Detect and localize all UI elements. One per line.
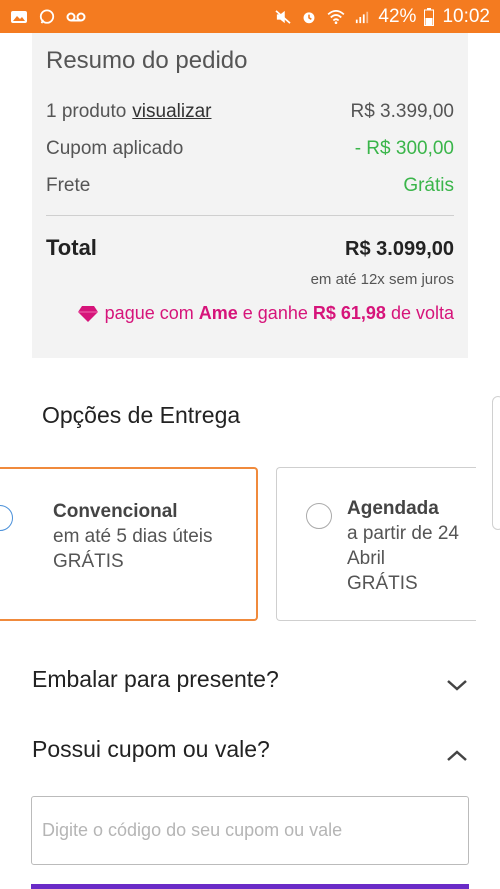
coupon-row: Cupom aplicado - R$ 300,00	[46, 138, 454, 160]
scheduled-text: Agendada a partir de 24 Abril GRÁTIS	[347, 496, 459, 596]
scheduled-date-line1: a partir de 24	[347, 523, 459, 544]
products-label: 1 produto visualizar	[46, 101, 212, 123]
signal-icon	[356, 11, 369, 23]
ame-text: pague com Ame e ganhe R$ 61,98 de volta	[104, 303, 454, 323]
ame-heart-icon	[77, 305, 98, 322]
conventional-text: Convencional em até 5 dias úteis GRÁTIS	[53, 499, 212, 574]
apply-coupon-button-edge[interactable]	[31, 884, 469, 889]
view-products-link[interactable]: visualizar	[132, 101, 211, 122]
conventional-time: em até 5 dias úteis	[53, 526, 213, 547]
side-panel-handle[interactable]	[492, 396, 500, 530]
whatsapp-icon	[39, 8, 55, 24]
conventional-price: GRÁTIS	[53, 551, 124, 572]
total-label: Total	[46, 235, 97, 260]
system-icons: 42% 10:02	[274, 6, 490, 28]
clock: 10:02	[442, 5, 490, 27]
status-bar: 42% 10:02	[0, 0, 500, 33]
wifi-icon	[327, 9, 345, 24]
gallery-icon	[11, 10, 27, 23]
order-summary-card: Resumo do pedido 1 produto visualizar R$ …	[32, 33, 468, 358]
voicemail-icon	[66, 12, 86, 21]
chevron-down-icon[interactable]	[446, 678, 468, 692]
delivery-option-conventional[interactable]: Convencional em até 5 dias úteis GRÁTIS	[0, 467, 258, 621]
delivery-option-scheduled[interactable]: Agendada a partir de 24 Abril GRÁTIS	[276, 467, 476, 621]
coupon-applied-label: Cupom aplicado	[46, 138, 184, 159]
products-price: R$ 3.399,00	[350, 101, 454, 122]
total-value: R$ 3.099,00	[345, 238, 454, 260]
coupon-accordion-label: Possui cupom ou vale?	[32, 736, 270, 762]
coupon-discount: - R$ 300,00	[354, 138, 454, 159]
product-count: 1 produto	[46, 101, 127, 122]
battery-icon	[424, 7, 435, 26]
coupon-input-wrapper	[31, 796, 469, 865]
gift-wrap-accordion[interactable]: Embalar para presente?	[32, 666, 468, 693]
shipping-label: Frete	[46, 175, 91, 196]
products-row: 1 produto visualizar R$ 3.399,00	[46, 101, 454, 123]
coupon-input[interactable]	[32, 797, 468, 864]
gift-wrap-label: Embalar para presente?	[32, 666, 279, 692]
chevron-up-icon[interactable]	[446, 749, 468, 763]
notification-icons	[10, 8, 86, 25]
order-summary-title: Resumo do pedido	[46, 47, 248, 74]
scheduled-price: GRÁTIS	[347, 573, 418, 594]
radio-conventional[interactable]	[0, 505, 13, 531]
shipping-row: Frete Grátis	[46, 175, 454, 197]
battery-percent: 42%	[378, 5, 417, 27]
ame-cashback-promo: pague com Ame e ganhe R$ 61,98 de volta	[77, 303, 454, 324]
delivery-options-title: Opções de Entrega	[42, 402, 241, 428]
radio-scheduled[interactable]	[306, 503, 332, 529]
scheduled-name: Agendada	[347, 498, 439, 519]
installments-note: em até 12x sem juros	[310, 271, 454, 288]
alarm-icon	[303, 11, 315, 23]
scheduled-date-line2: Abril	[347, 548, 386, 569]
conventional-name: Convencional	[53, 501, 178, 522]
summary-divider	[46, 215, 454, 216]
mute-icon	[275, 9, 291, 24]
coupon-accordion[interactable]: Possui cupom ou vale?	[32, 736, 468, 763]
shipping-value: Grátis	[403, 175, 454, 196]
